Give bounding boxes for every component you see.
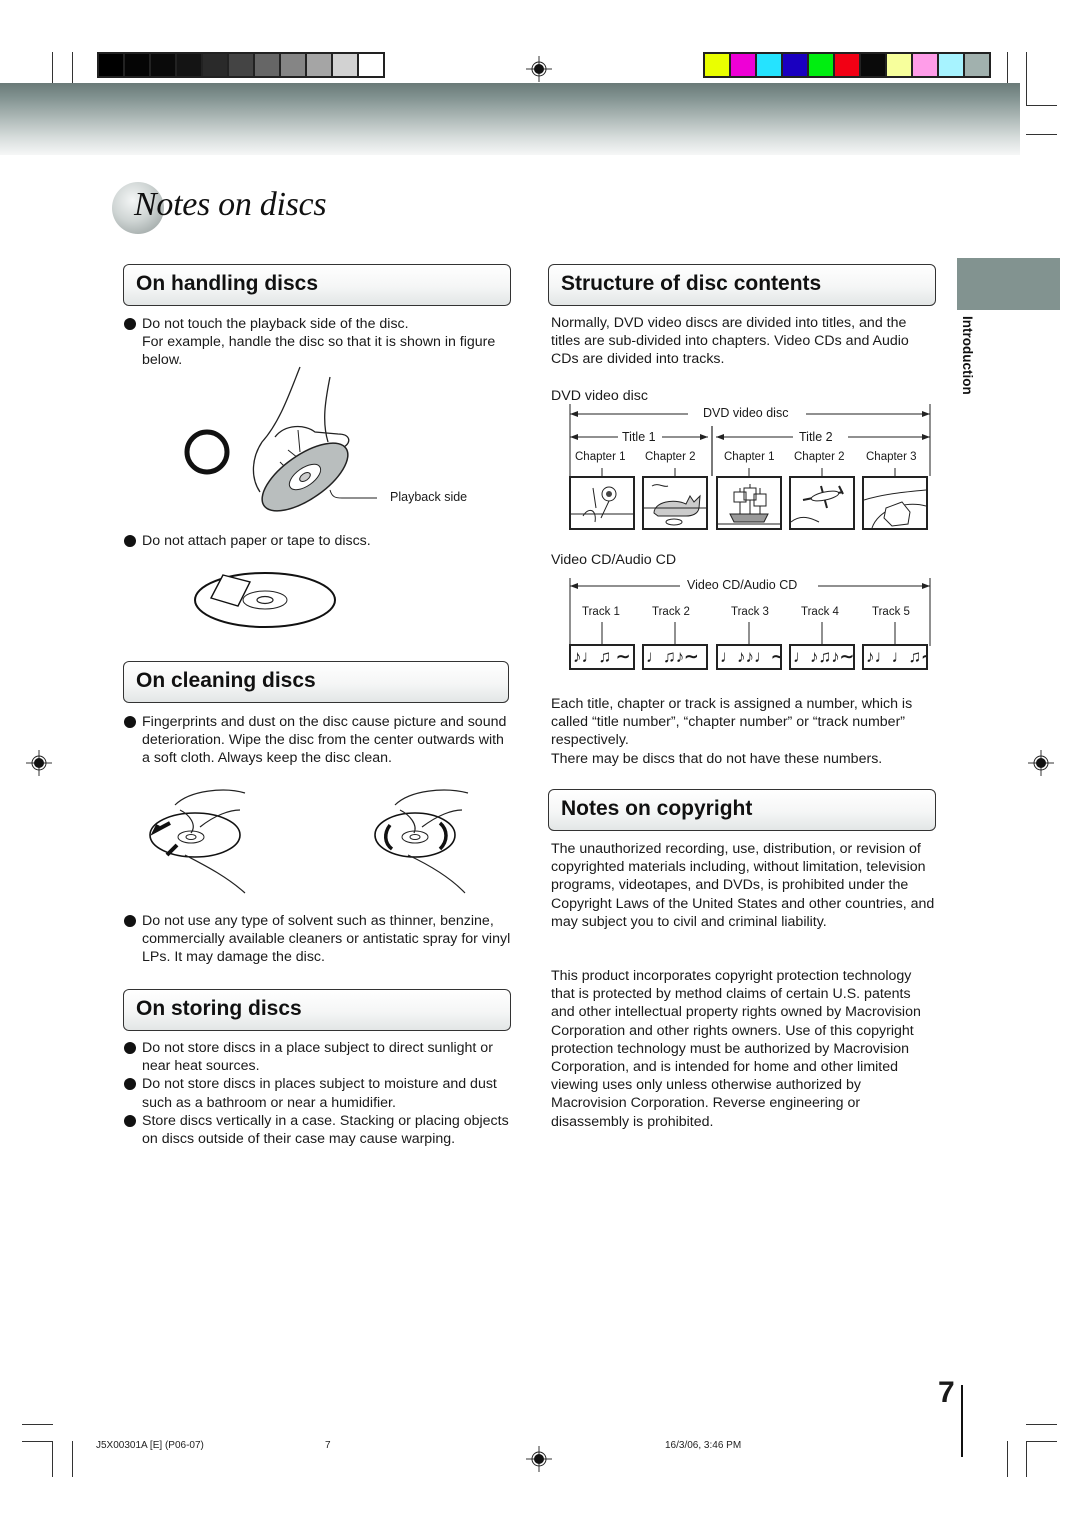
color-swatch [835, 54, 859, 76]
crop-mark [1026, 52, 1027, 106]
crop-mark [22, 1441, 53, 1442]
section-heading-storing: On storing discs [123, 989, 511, 1031]
chapter-thumbnail-ship [716, 476, 782, 530]
gray-swatch [307, 54, 331, 76]
track-label: Track 3 [731, 606, 769, 618]
color-swatch [731, 54, 755, 76]
track-music-icon: ♩♫♪∼ [642, 644, 708, 670]
title-label: Title 1 [620, 430, 658, 444]
color-swatch [783, 54, 807, 76]
cd-caption: Video CD/Audio CD [551, 552, 677, 568]
ok-circle-icon [184, 429, 230, 475]
chapter-label: Chapter 2 [794, 451, 845, 463]
gray-swatch [255, 54, 279, 76]
track-music-icon: ♩♪♫♪∼ [789, 644, 855, 670]
gray-swatch [151, 54, 175, 76]
section-tab-label: Introduction [960, 316, 975, 395]
crop-mark [72, 1441, 73, 1477]
crop-mark [1026, 1441, 1057, 1442]
grayscale-calibration-bar [97, 52, 385, 78]
registration-mark-icon [526, 1446, 552, 1472]
footer-sheet-number: 7 [325, 1440, 331, 1451]
registration-mark-icon [526, 56, 552, 82]
title-label: Title 2 [797, 430, 835, 444]
crop-mark [52, 1441, 53, 1477]
track-label: Track 2 [652, 606, 690, 618]
page-number-rule [961, 1385, 963, 1457]
gray-swatch [359, 54, 383, 76]
gray-swatch [99, 54, 123, 76]
gray-swatch [229, 54, 253, 76]
disc-with-tape-illustration [194, 572, 336, 628]
header-band [0, 83, 1020, 155]
footer-file-code: J5X00301A [E] (P06-07) [96, 1440, 204, 1451]
crop-mark [1026, 105, 1057, 106]
crop-mark [1026, 1424, 1057, 1425]
section-heading-cleaning: On cleaning discs [123, 661, 509, 703]
gray-swatch [203, 54, 227, 76]
track-label: Track 1 [582, 606, 620, 618]
chapter-thumbnail-cat [642, 476, 708, 530]
section-tab [957, 258, 1060, 310]
numbering-note: There may be discs that do not have thes… [551, 751, 883, 767]
color-swatch [809, 54, 833, 76]
list-item: Do not attach paper or tape to discs. [124, 532, 504, 550]
structure-intro: Normally, DVD video discs are divided in… [551, 315, 909, 368]
dvd-span-label: DVD video disc [700, 406, 792, 420]
chapter-label: Chapter 1 [575, 451, 626, 463]
list-item: Do not store discs in a place subject to… [124, 1039, 514, 1075]
chapter-thumbnail-airplane [789, 476, 855, 530]
chapter-label: Chapter 1 [724, 451, 775, 463]
handling-bullets-2: Do not attach paper or tape to discs. [124, 532, 504, 550]
color-swatch [705, 54, 729, 76]
crop-mark [1007, 1441, 1008, 1477]
list-item: Do not use any type of solvent such as t… [124, 912, 514, 967]
crop-mark [1026, 1441, 1027, 1477]
track-label: Track 4 [801, 606, 839, 618]
gray-swatch [177, 54, 201, 76]
color-swatch [965, 54, 989, 76]
cleaning-bullets-1: Fingerprints and dust on the disc cause … [124, 713, 508, 768]
color-swatch [939, 54, 963, 76]
track-music-icon: ♪♩♩♫∼ [862, 644, 928, 670]
gray-swatch [333, 54, 357, 76]
crop-mark [1026, 134, 1057, 135]
list-item: Fingerprints and dust on the disc cause … [124, 713, 508, 768]
color-swatch [861, 54, 885, 76]
cleaning-bullets-2: Do not use any type of solvent such as t… [124, 912, 514, 967]
registration-mark-icon [26, 750, 52, 776]
chapter-thumbnail-car [862, 476, 928, 530]
section-heading-copyright: Notes on copyright [548, 789, 936, 831]
chapter-thumbnail-flowers [569, 476, 635, 530]
chapter-label: Chapter 3 [866, 451, 917, 463]
page-number: 7 [938, 1376, 955, 1409]
color-calibration-bar [703, 52, 991, 78]
copyright-paragraph-1: The unauthorized recording, use, distrib… [551, 841, 935, 930]
color-swatch [757, 54, 781, 76]
list-item: Do not store discs in places subject to … [124, 1075, 514, 1111]
copyright-paragraph-2: This product incorporates copyright prot… [551, 968, 921, 1130]
gray-swatch [125, 54, 149, 76]
track-music-icon: ♩♪♪♩∼ [716, 644, 782, 670]
color-swatch [887, 54, 911, 76]
color-swatch [913, 54, 937, 76]
registration-mark-icon [1028, 750, 1054, 776]
cd-span-label: Video CD/Audio CD [684, 578, 801, 592]
playback-side-label: Playback side [390, 490, 468, 504]
section-heading-handling: On handling discs [123, 264, 511, 306]
list-item: Store discs vertically in a case. Stacki… [124, 1112, 514, 1148]
section-heading-structure: Structure of disc contents [548, 264, 936, 306]
do-not-wipe-circular-illustration [374, 789, 469, 894]
track-music-icon: ♪♩♫ ∼ [569, 644, 635, 670]
dvd-caption: DVD video disc [551, 388, 648, 404]
gray-swatch [281, 54, 305, 76]
numbering-text: Each title, chapter or track is assigned… [551, 696, 913, 749]
track-label: Track 5 [872, 606, 910, 618]
footer-timestamp: 16/3/06, 3:46 PM [665, 1440, 742, 1451]
crop-mark [22, 1424, 53, 1425]
chapter-label: Chapter 2 [645, 451, 696, 463]
page-title: Notes on discs [134, 186, 327, 223]
storing-bullets: Do not store discs in a place subject to… [124, 1039, 514, 1148]
wipe-center-outward-illustration [149, 789, 246, 894]
